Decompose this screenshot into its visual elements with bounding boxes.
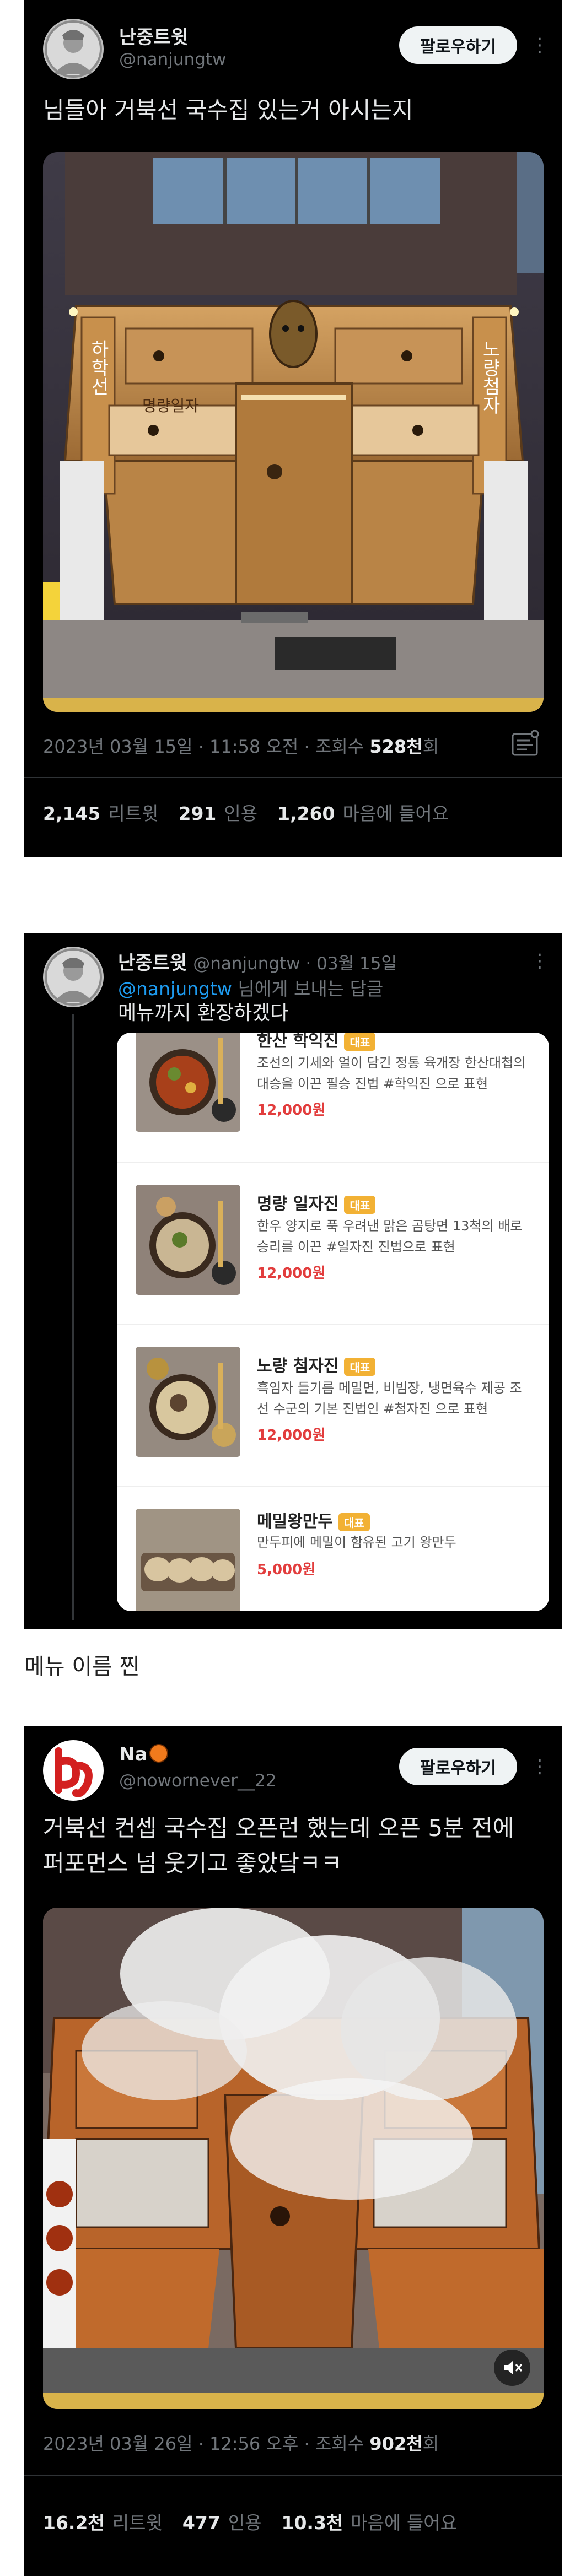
view-suffix: 회 xyxy=(422,736,439,757)
avatar[interactable] xyxy=(43,1740,104,1801)
display-name[interactable]: 난중트윗 xyxy=(118,952,187,974)
menu-item-name: 한산 학익진 대표 xyxy=(257,1033,376,1051)
user-handle[interactable]: @nowornever__22 xyxy=(119,1771,276,1791)
menu-item-name: 메밀왕만두 대표 xyxy=(257,1508,370,1532)
divider xyxy=(24,777,562,778)
signature-badge: 대표 xyxy=(338,1513,370,1531)
signature-badge: 대표 xyxy=(344,1033,376,1051)
user-handle-date[interactable]: @nanjungtw · 03월 15일 xyxy=(193,954,397,974)
like-count-link[interactable]: 1,260 마음에 들어요 xyxy=(277,803,449,824)
follow-button[interactable]: 팔로우하기 xyxy=(399,1748,517,1785)
menu-item-desc: 만두피에 메밀이 함유된 고기 왕만두 xyxy=(257,1535,456,1550)
tweet-datetime[interactable]: 2023년 03월 15일 · 11:58 오전 · 조회수 xyxy=(43,736,369,757)
follow-button[interactable]: 팔로우하기 xyxy=(399,26,517,64)
reply-context: @nanjungtw 님에게 보내는 답글 xyxy=(118,974,383,1001)
reply-to-link[interactable]: @nanjungtw xyxy=(118,978,232,1000)
menu-item-name: 노량 첨자진 대표 xyxy=(257,1352,376,1376)
menu-item-price: 12,000원 xyxy=(257,1102,326,1119)
signature-badge: 대표 xyxy=(344,1196,376,1214)
analytics-icon[interactable] xyxy=(509,728,540,759)
menu-item-price: 12,000원 xyxy=(257,1265,326,1282)
tweet-text: 거북선 컨셉 국수집 오픈런 했는데 오픈 5분 전에 퍼포먼스 넘 웃기고 좋… xyxy=(43,1814,514,1877)
more-vertical-icon[interactable]: ⋮ xyxy=(530,944,549,978)
menu-item-photo xyxy=(136,1347,240,1457)
view-count: 902천 xyxy=(369,2433,423,2454)
menu-item-photo xyxy=(136,1509,240,1611)
signature-badge: 대표 xyxy=(344,1358,376,1376)
menu-item: 한산 학익진 대표 조선의 기세와 얼이 담긴 정통 육개장 한산대첩의 대승을 … xyxy=(117,1033,549,1162)
reply-header: 난중트윗 @nanjungtw · 03월 15일 xyxy=(118,948,397,975)
tweet-stats: 2,145 리트윗 291 인용 1,260 마음에 들어요 xyxy=(43,799,449,825)
menu-item: 명량 일자진 대표 한우 양지로 푹 우려낸 맑은 곰탕면 13척의 배로 승리를… xyxy=(117,1162,549,1325)
divider xyxy=(24,2475,562,2476)
menu-item-desc: 조선의 기세와 얼이 담긴 정통 육개장 한산대첩의 대승을 이끈 필승 진법 … xyxy=(257,1055,526,1092)
tweet-text: 메뉴까지 환장하겠다 xyxy=(118,1002,289,1024)
display-name[interactable]: 난중트윗 xyxy=(119,22,188,49)
retweet-count-link[interactable]: 2,145 리트윗 xyxy=(43,803,158,824)
menu-item: 노량 첨자진 대표 흑임자 들기름 메밀면, 비빔장, 냉면육수 제공 조선 수군… xyxy=(117,1324,549,1487)
retweet-count-link[interactable]: 16.2천 리트윗 xyxy=(43,2512,163,2534)
menu-item-price: 5,000원 xyxy=(257,1562,316,1578)
tweet-meta: 2023년 03월 26일 · 12:56 오후 · 조회수 902천회 xyxy=(43,2430,439,2455)
tweet-card-1: 난중트윗 @nanjungtw 팔로우하기 ⋮ 님들아 거북선 국수집 있는거 … xyxy=(24,0,562,857)
menu-item-name: 명량 일자진 대표 xyxy=(257,1190,376,1214)
menu-item: 메밀왕만두 대표 만두피에 메밀이 함유된 고기 왕만두 5,000원 xyxy=(117,1486,549,1611)
thread-line xyxy=(72,1014,74,1620)
menu-item-photo xyxy=(136,1033,240,1132)
avatar[interactable] xyxy=(43,19,104,79)
tweet-meta: 2023년 03월 15일 · 11:58 오전 · 조회수 528천회 xyxy=(43,733,439,758)
tweet-stats: 16.2천 리트윗 477 인용 10.3천 마음에 들어요 xyxy=(43,2508,457,2535)
basketball-emoji-icon xyxy=(149,1744,169,1763)
view-count: 528천 xyxy=(369,736,423,757)
user-handle[interactable]: @nanjungtw xyxy=(119,50,226,69)
menu-item-photo xyxy=(136,1185,240,1295)
avatar[interactable] xyxy=(43,947,104,1007)
tweet-card-2: 난중트윗 @nanjungtw · 03월 15일 ⋮ @nanjungtw 님… xyxy=(24,933,562,1629)
tweet-video[interactable] xyxy=(43,1908,544,2409)
signboard-middle: 명량일자 xyxy=(142,397,199,415)
display-name[interactable]: Na xyxy=(119,1743,169,1765)
like-count-link[interactable]: 10.3천 마음에 들어요 xyxy=(282,2512,457,2534)
reply-to-suffix: 님에게 보내는 답글 xyxy=(232,978,384,1000)
tweet-datetime[interactable]: 2023년 03월 26일 · 12:56 오후 · 조회수 xyxy=(43,2433,369,2454)
menu-screenshot[interactable]: 한산 학익진 대표 조선의 기세와 얼이 담긴 정통 육개장 한산대첩의 대승을 … xyxy=(117,1033,549,1611)
more-vertical-icon[interactable]: ⋮ xyxy=(530,1750,549,1783)
view-suffix: 회 xyxy=(422,2433,439,2454)
menu-item-desc: 흑임자 들기름 메밀면, 비빔장, 냉면육수 제공 조선 수군의 기본 진법인 … xyxy=(257,1380,522,1417)
quote-count-link[interactable]: 291 인용 xyxy=(178,803,257,824)
quote-count-link[interactable]: 477 인용 xyxy=(182,2512,262,2534)
caption-text: 메뉴 이름 찐 xyxy=(24,1654,140,1679)
tweet-photo[interactable]: 하학선 명량일자 노량첨자 xyxy=(43,152,544,712)
menu-item-desc: 한우 양지로 푹 우려낸 맑은 곰탕면 13척의 배로 승리를 이끈 #일자진 … xyxy=(257,1218,523,1255)
tweet-card-3: Na @nowornever__22 팔로우하기 ⋮ 거북선 컨셉 국수집 오픈… xyxy=(24,1726,562,2576)
menu-item-price: 12,000원 xyxy=(257,1427,326,1444)
tweet-text: 님들아 거북선 국수집 있는거 아시는지 xyxy=(43,96,413,123)
more-vertical-icon[interactable]: ⋮ xyxy=(530,29,549,62)
signboard-left: 하학선 xyxy=(87,339,109,396)
speaker-mute-icon[interactable] xyxy=(494,2350,530,2386)
signboard-right: 노량첨자 xyxy=(479,339,501,414)
